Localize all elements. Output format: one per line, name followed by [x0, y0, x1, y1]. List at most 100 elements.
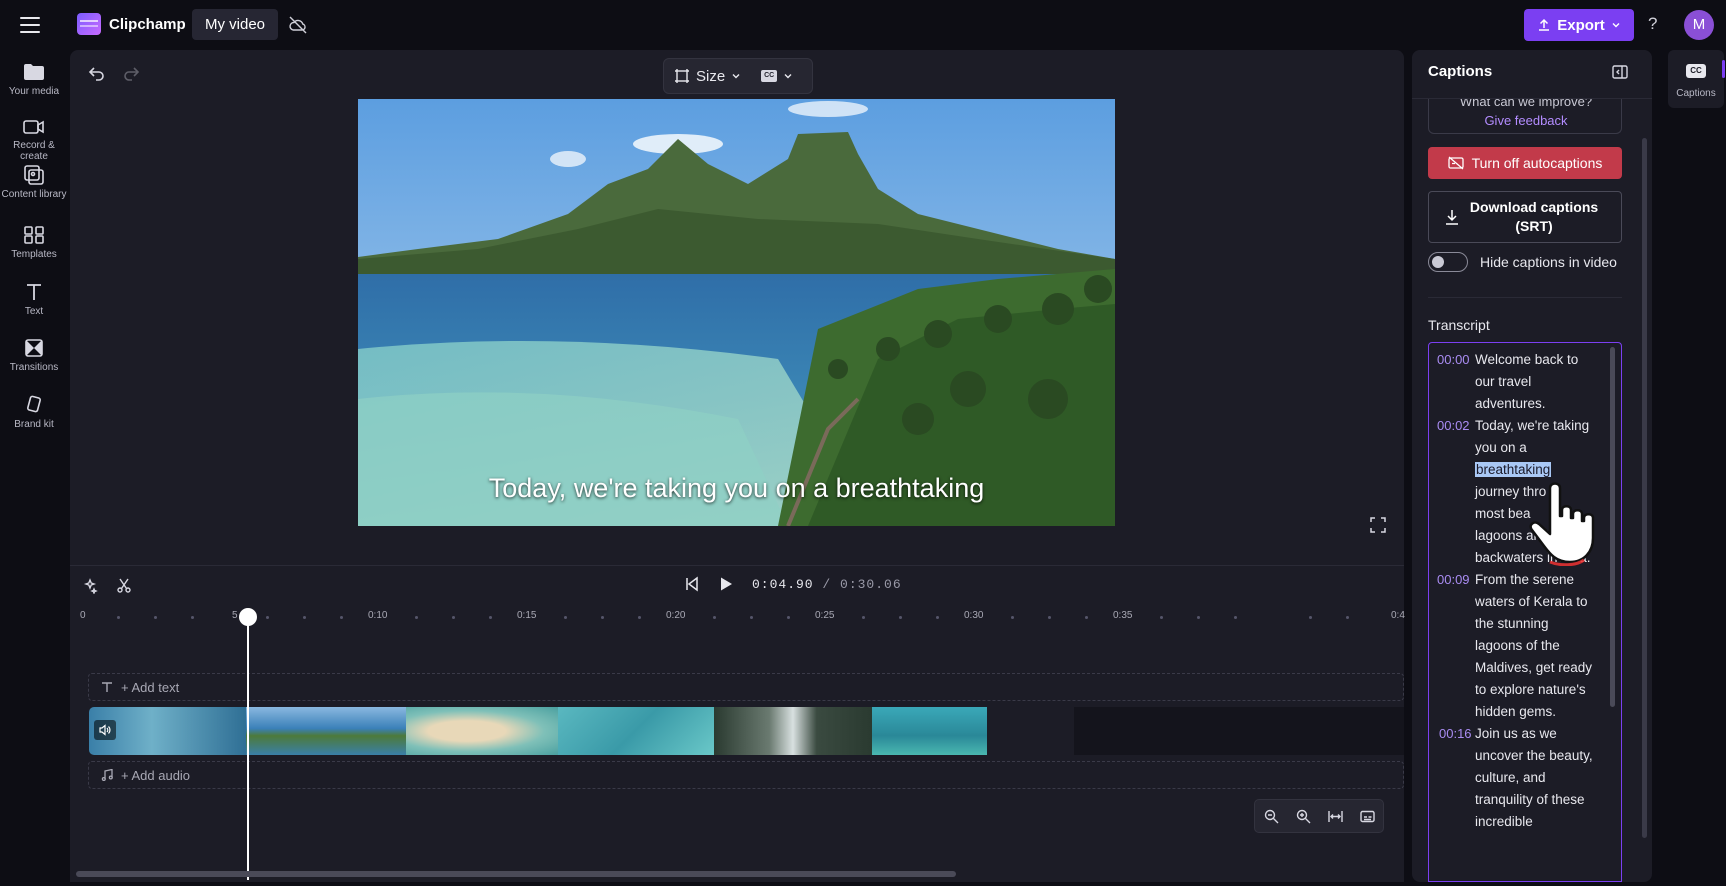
add-audio-track[interactable]: + Add audio: [88, 761, 1404, 789]
nav-brand-kit[interactable]: Brand kit: [0, 395, 68, 430]
undo-icon[interactable]: [88, 64, 106, 82]
chevron-down-icon: [732, 74, 740, 79]
selected-word[interactable]: breathtaking: [1475, 462, 1552, 477]
captions-track-icon[interactable]: [1359, 809, 1375, 824]
segment-line: adventures.: [1475, 396, 1546, 411]
captions-panel: What can we improve? Give feedback Capti…: [1412, 50, 1652, 882]
zoom-in-icon[interactable]: [1296, 809, 1311, 824]
text-icon: [27, 284, 41, 300]
add-text-track[interactable]: + Add text: [88, 673, 1404, 701]
segment-line: incredible: [1475, 814, 1533, 829]
time-ruler[interactable]: 0 5 0:10 0:15 0:20 0:25 0:30 0:35 0:4: [70, 610, 1405, 630]
help-icon[interactable]: ?: [1648, 14, 1657, 34]
fullscreen-icon[interactable]: [1370, 517, 1386, 533]
hand-cursor-icon: [1529, 482, 1595, 566]
editor-panel: Size CC Today, we're taking you on a bre…: [70, 50, 1405, 882]
segment-line: Welcome back to: [1475, 352, 1579, 367]
add-text-label: + Add text: [121, 679, 180, 695]
turn-off-label: Turn off autocaptions: [1471, 155, 1603, 171]
current-time: 0:04.90: [752, 576, 814, 592]
download-label-line1: Download captions: [1469, 199, 1599, 215]
segment-timestamp[interactable]: 00:16: [1439, 726, 1472, 741]
nav-label: Record & create: [13, 140, 55, 162]
nav-your-media[interactable]: Your media: [0, 62, 68, 97]
segment-timestamp[interactable]: 00:02: [1437, 418, 1470, 433]
ruler-label: 0:10: [368, 610, 388, 621]
collapse-panel-icon[interactable]: [1612, 64, 1628, 80]
redo-icon[interactable]: [122, 64, 140, 82]
download-icon: [1446, 210, 1458, 225]
nav-templates[interactable]: Templates: [0, 225, 68, 260]
clip-thumbnail: [246, 707, 406, 755]
menu-icon[interactable]: [18, 14, 42, 36]
fit-width-icon[interactable]: [1327, 809, 1343, 824]
feedback-box: What can we improve? Give feedback: [1428, 94, 1623, 134]
segment-line: lagoons of the: [1475, 638, 1560, 653]
segment-line: uncover the beauty,: [1475, 748, 1593, 763]
content-library-icon: [24, 165, 44, 185]
timeline: 0:04.90 / 0:30.06 0 5 0:10 0:15 0:20 0:2…: [70, 565, 1405, 882]
nav-record-create[interactable]: Record & create: [0, 118, 68, 162]
transcript-scrollbar[interactable]: [1610, 347, 1615, 707]
nav-content-library[interactable]: Content library: [0, 165, 68, 200]
zoom-out-icon[interactable]: [1264, 809, 1279, 824]
segment-timestamp[interactable]: 00:00: [1437, 352, 1470, 367]
folder-icon: [24, 64, 44, 80]
ruler-label: 5: [232, 610, 238, 621]
project-name-field[interactable]: My video: [192, 9, 279, 40]
ruler-label: 0:15: [517, 610, 537, 621]
export-label: Export: [1557, 16, 1605, 34]
playhead[interactable]: [247, 610, 249, 880]
give-feedback-link[interactable]: Give feedback: [1429, 113, 1623, 128]
nav-label: Your media: [8, 86, 60, 97]
nav-text[interactable]: Text: [0, 282, 68, 317]
playback-controls: 0:04.90 / 0:30.06: [684, 576, 902, 592]
active-tab-indicator: [1722, 60, 1725, 78]
nav-label: Templates: [11, 249, 57, 260]
skip-back-icon[interactable]: [684, 576, 700, 592]
chevron-down-icon: [784, 74, 792, 79]
clip-thumbnail: [558, 707, 714, 755]
video-preview[interactable]: Today, we're taking you on a breathtakin…: [358, 99, 1115, 526]
panel-scrollbar[interactable]: [1642, 138, 1647, 838]
segment-line: our travel: [1475, 374, 1532, 389]
resize-icon: [675, 69, 689, 83]
total-time: / 0:30.06: [822, 576, 902, 592]
ruler-label: 0:25: [815, 610, 835, 621]
empty-track-area: [1074, 707, 1404, 755]
zoom-controls: [1254, 799, 1384, 833]
play-icon[interactable]: [718, 576, 734, 592]
nav-transitions[interactable]: Transitions: [0, 338, 68, 373]
download-label-line2: (SRT): [1515, 218, 1553, 234]
magic-wand-icon[interactable]: [82, 578, 98, 594]
segment-line: tranquility of these: [1475, 792, 1585, 807]
cc-button[interactable]: CC: [761, 70, 778, 82]
top-bar: Clipchamp My video Export ? M: [0, 0, 1726, 50]
scissors-icon[interactable]: [116, 578, 132, 594]
captions-tab[interactable]: CC Captions: [1668, 50, 1724, 108]
avatar[interactable]: M: [1684, 10, 1714, 40]
video-track-clip[interactable]: [89, 707, 1074, 755]
size-button[interactable]: Size: [696, 68, 725, 85]
preview-area: Size CC Today, we're taking you on a bre…: [70, 50, 1404, 565]
ruler-label: 0:4: [1391, 610, 1405, 621]
download-captions-button[interactable]: Download captions (SRT): [1428, 191, 1622, 243]
hide-captions-toggle[interactable]: [1428, 252, 1468, 272]
timecode: 0:04.90 / 0:30.06: [752, 577, 902, 592]
transcript-editor[interactable]: 00:00 Welcome back to our travel adventu…: [1428, 342, 1622, 882]
segment-line: the stunning: [1475, 616, 1549, 631]
ruler-label: 0:30: [964, 610, 984, 621]
hide-captions-label: Hide captions in video: [1480, 254, 1617, 270]
turn-off-autocaptions-button[interactable]: Turn off autocaptions: [1428, 147, 1622, 179]
segment-line: most bea: [1475, 506, 1531, 521]
export-button[interactable]: Export: [1524, 9, 1634, 41]
brand-name: Clipchamp: [109, 16, 186, 33]
volume-icon[interactable]: [94, 720, 116, 740]
horizontal-scrollbar[interactable]: [76, 871, 956, 877]
playhead-handle[interactable]: [239, 608, 257, 626]
timeline-tools: [82, 578, 132, 594]
segment-timestamp[interactable]: 00:09: [1437, 572, 1470, 587]
clip-thumbnail: [406, 707, 558, 755]
camera-icon: [23, 120, 44, 134]
segment-line: hidden gems.: [1475, 704, 1557, 719]
